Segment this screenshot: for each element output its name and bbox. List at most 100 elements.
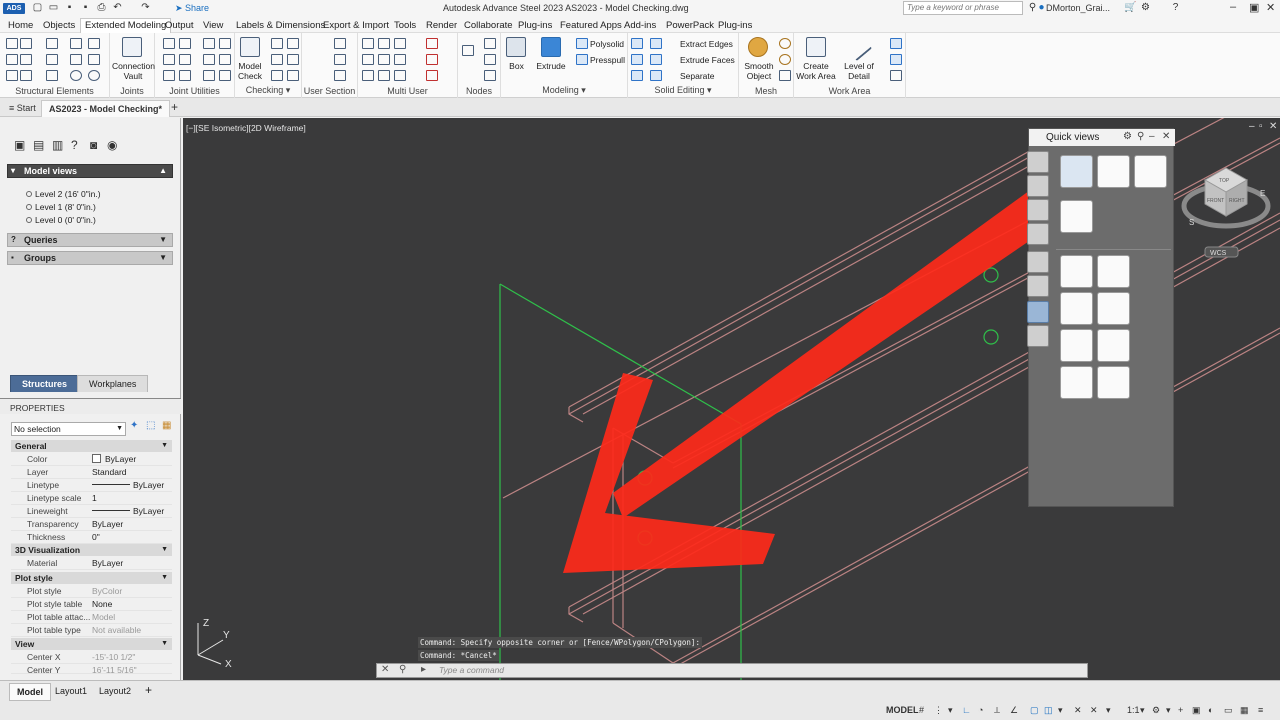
multi-user-4-icon[interactable] <box>426 38 438 49</box>
object-snap-icon[interactable]: ▢ <box>1030 705 1039 716</box>
ortho-icon[interactable]: ∟ <box>962 705 971 715</box>
user-section-3-icon[interactable] <box>334 70 346 81</box>
new-file-icon[interactable]: ▢ <box>32 2 43 14</box>
queries-header[interactable]: ? Queries ▼ <box>7 233 173 247</box>
multi-user-5-icon[interactable] <box>362 54 374 65</box>
check-1-icon[interactable] <box>271 38 283 49</box>
filter-icon[interactable]: ▤ <box>33 138 44 152</box>
tab-render[interactable]: Render <box>422 19 461 32</box>
tab-export-import[interactable]: Export & Import <box>319 19 393 32</box>
app-logo-icon[interactable]: ADS <box>3 3 25 14</box>
model-views-header[interactable]: ▾ Model views ▲ <box>7 164 173 178</box>
polysolid-button[interactable]: Polysolid <box>590 39 624 49</box>
grid-icon[interactable]: # <box>919 705 924 715</box>
tab-start[interactable]: ≡ Start <box>2 100 43 117</box>
customize-icon[interactable]: ⚲ <box>399 664 406 675</box>
annotation-scale-value[interactable]: 1:1 <box>1127 705 1140 715</box>
joint-util-1-icon[interactable] <box>163 38 175 49</box>
viewcube[interactable]: TOP FRONT RIGHT S E WCS <box>1181 167 1271 258</box>
tab-structures[interactable]: Structures <box>10 375 80 392</box>
save-as-icon[interactable]: ▪ <box>80 2 91 14</box>
presspull-button[interactable]: Presspull <box>590 55 625 65</box>
qv-category-beam-icon[interactable] <box>1027 151 1049 173</box>
help-icon[interactable]: ? <box>1170 2 1181 14</box>
isodraft-icon[interactable]: ⟂ <box>994 705 1000 716</box>
check-6-icon[interactable] <box>287 70 299 81</box>
panel-title-checking[interactable]: Checking ▾ <box>235 85 301 96</box>
level-item[interactable]: Level 0 (0' 0"in.) <box>26 215 96 225</box>
viewport-minimize-icon[interactable]: – <box>1249 121 1255 132</box>
smooth-object-icon[interactable] <box>748 37 768 57</box>
level-of-detail-icon[interactable] <box>843 32 873 62</box>
extract-edges-icon[interactable] <box>650 38 662 49</box>
frame-icon[interactable] <box>46 54 58 65</box>
print-icon[interactable]: ⎙ <box>96 2 107 14</box>
column-icon[interactable] <box>20 38 32 49</box>
multi-user-12-icon[interactable] <box>426 70 438 81</box>
qv-view-angle-icon[interactable] <box>1097 329 1130 362</box>
multi-user-8-icon[interactable] <box>426 54 438 65</box>
multi-user-1-icon[interactable] <box>362 38 374 49</box>
pin-icon[interactable]: ⚲ <box>1137 131 1144 142</box>
extract-edges-button[interactable]: Extract Edges <box>680 39 733 49</box>
object-snap-tracking-icon[interactable]: ∠ <box>1010 705 1018 716</box>
tab-active-document[interactable]: AS2023 - Model Checking* <box>41 100 171 117</box>
minimize-icon[interactable]: – <box>1149 131 1155 142</box>
mesh-3-icon[interactable] <box>779 70 791 81</box>
property-row[interactable]: Transparency ByLayer <box>11 518 172 531</box>
property-row[interactable]: Thickness 0" <box>11 531 172 544</box>
add-layout-button[interactable]: + <box>145 683 152 697</box>
user-name[interactable]: DMorton_Grai... <box>1046 3 1110 13</box>
tab-workplanes[interactable]: Workplanes <box>77 375 149 392</box>
user-section-1-icon[interactable] <box>334 38 346 49</box>
panel-title-modeling[interactable]: Modeling ▾ <box>501 85 627 96</box>
handrail-icon[interactable] <box>88 70 100 81</box>
panel-title-solid-editing[interactable]: Solid Editing ▾ <box>628 85 738 96</box>
tab-powerpack[interactable]: PowerPack <box>662 19 718 32</box>
level-item[interactable]: Level 2 (16' 0"in.) <box>26 189 101 199</box>
multi-user-9-icon[interactable] <box>362 70 374 81</box>
restore-icon[interactable]: ▣ <box>1249 1 1259 14</box>
qv-category-plate-icon[interactable] <box>1027 251 1049 273</box>
multi-user-7-icon[interactable] <box>394 54 406 65</box>
share-button[interactable]: ➤ Share <box>175 3 209 14</box>
separate-icon[interactable] <box>650 70 662 81</box>
scale-dropdown-icon[interactable]: ▾ <box>1140 705 1145 716</box>
cage-icon[interactable] <box>46 70 58 81</box>
recent-commands-icon[interactable]: ▸ <box>421 664 426 675</box>
pickadd-icon[interactable]: ▦ <box>162 420 171 431</box>
auto-scale-icon[interactable]: ✕ <box>1090 705 1098 716</box>
qv-category-grid-icon[interactable] <box>1027 275 1049 297</box>
qv-view-bracket-icon[interactable] <box>1060 329 1093 362</box>
layer-icon[interactable]: ▥ <box>52 138 63 152</box>
portal-icon[interactable] <box>46 38 58 49</box>
property-row[interactable]: Linetype scale 1 <box>11 492 172 505</box>
qv-view-cube-icon[interactable] <box>1060 200 1093 233</box>
union-icon[interactable] <box>631 38 643 49</box>
box-button[interactable]: Box <box>504 61 529 71</box>
grating-icon[interactable] <box>6 70 18 81</box>
purlin-icon[interactable] <box>6 54 18 65</box>
qv-category-weld-icon[interactable] <box>1027 199 1049 221</box>
multi-user-3-icon[interactable] <box>394 38 406 49</box>
separate-button[interactable]: Separate <box>680 71 715 81</box>
create-work-area-button[interactable]: Create Work Area <box>796 61 836 81</box>
mesh-2-icon[interactable] <box>779 54 791 65</box>
plot-style-section[interactable]: Plot style ▼ <box>11 572 172 584</box>
qv-view-beam-side-icon[interactable] <box>1097 155 1130 188</box>
property-row[interactable]: Lineweight ByLayer <box>11 505 172 518</box>
rail-icon[interactable] <box>20 54 32 65</box>
groups-header[interactable]: ▪ Groups ▼ <box>7 251 173 265</box>
snap-icon[interactable]: ⋮ <box>934 705 943 716</box>
node-3-icon[interactable] <box>484 54 496 65</box>
property-row[interactable]: Plot style ByColor <box>11 585 172 598</box>
joint-util-3-icon[interactable] <box>203 38 215 49</box>
truss-icon[interactable] <box>70 38 82 49</box>
joint-util-12-icon[interactable] <box>219 70 231 81</box>
intersect-icon[interactable] <box>631 70 643 81</box>
spiral-icon[interactable] <box>70 70 82 81</box>
property-row[interactable]: Color ByLayer <box>11 453 172 466</box>
quick-views-header[interactable]: Quick views ⚙ ⚲ – ✕ <box>1029 129 1175 146</box>
extrude-faces-icon[interactable] <box>650 54 662 65</box>
new-tab-button[interactable]: + <box>164 100 185 117</box>
